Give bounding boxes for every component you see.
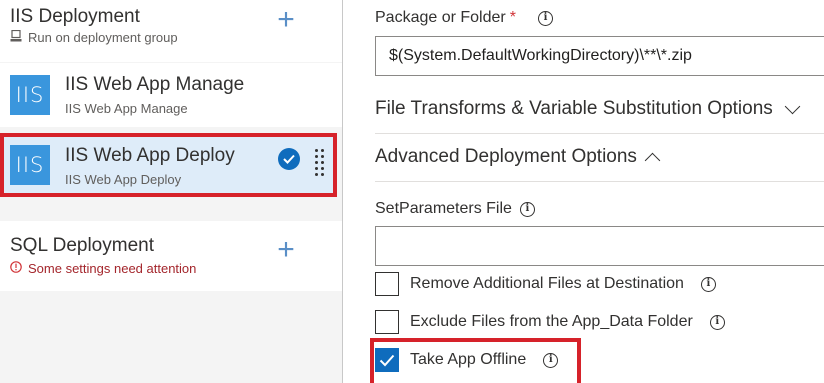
phase-warning: Some settings need attention: [10, 261, 196, 276]
package-label-text: Package or Folder: [375, 9, 506, 26]
chevron-down-icon: [784, 98, 801, 114]
checkbox-row-exclude-app-data[interactable]: Exclude Files from the App_Data Folder i: [375, 310, 725, 334]
checkmark-icon: [379, 354, 395, 366]
file-transforms-section-header[interactable]: File Transforms & Variable Substitution …: [375, 98, 801, 120]
phase-warning-text: Some settings need attention: [28, 261, 197, 276]
chevron-up-icon: [644, 152, 661, 168]
info-icon[interactable]: i: [537, 10, 553, 26]
drag-handle-icon[interactable]: [315, 143, 324, 181]
iis-icon: IIS: [10, 75, 50, 115]
package-input[interactable]: [375, 36, 824, 76]
task-subtitle: IIS Web App Deploy: [65, 172, 182, 187]
iis-icon: IIS: [10, 145, 50, 185]
required-mark: *: [509, 9, 516, 26]
task-name: IIS Web App Deploy: [65, 145, 235, 166]
info-icon[interactable]: i: [700, 276, 716, 292]
setparameters-label-text: SetParameters File: [375, 200, 512, 217]
exclude-app-data-checkbox[interactable]: [375, 310, 399, 334]
phase-subtitle-text: Run on deployment group: [28, 30, 178, 45]
section-title: File Transforms & Variable Substitution …: [375, 98, 773, 119]
checkbox-row-remove-additional[interactable]: Remove Additional Files at Destination i: [375, 272, 716, 296]
advanced-section-header[interactable]: Advanced Deployment Options: [375, 146, 661, 168]
checkbox-row-take-app-offline[interactable]: Take App Offline i: [375, 348, 559, 372]
phase-sql-deployment[interactable]: SQL Deployment Some settings need attent…: [0, 221, 342, 291]
divider: [375, 181, 824, 182]
error-icon: [10, 261, 22, 276]
section-title: Advanced Deployment Options: [375, 146, 637, 167]
checkbox-label: Remove Additional Files at Destination: [410, 275, 684, 292]
phase-iis-deployment[interactable]: IIS Deployment Run on deployment group +: [0, 0, 342, 62]
take-app-offline-checkbox[interactable]: [375, 348, 399, 372]
task-name: IIS Web App Manage: [65, 74, 245, 95]
add-task-button[interactable]: +: [272, 5, 300, 35]
phase-title: SQL Deployment: [10, 235, 154, 256]
remove-additional-files-checkbox[interactable]: [375, 272, 399, 296]
task-iis-web-app-deploy[interactable]: IIS IIS Web App Deploy IIS Web App Deplo…: [0, 133, 337, 197]
task-settings-pane: Package or Folder * i File Transforms & …: [343, 0, 824, 383]
phase-subtitle: Run on deployment group: [10, 29, 178, 45]
deployment-group-icon: [10, 29, 22, 45]
task-iis-web-app-manage[interactable]: IIS IIS Web App Manage IIS Web App Manag…: [0, 63, 342, 127]
add-task-button[interactable]: +: [272, 235, 300, 265]
checkbox-label: Take App Offline: [410, 351, 527, 368]
info-icon[interactable]: i: [519, 201, 535, 217]
task-subtitle: IIS Web App Manage: [65, 101, 188, 116]
phases-pane: IIS Deployment Run on deployment group +…: [0, 0, 343, 383]
setparameters-input[interactable]: [375, 226, 824, 266]
checkmark-icon: [278, 148, 300, 170]
checkbox-label: Exclude Files from the App_Data Folder: [410, 313, 693, 330]
divider: [375, 133, 824, 134]
info-icon[interactable]: i: [709, 314, 725, 330]
phase-title: IIS Deployment: [10, 6, 140, 27]
info-icon[interactable]: i: [543, 352, 559, 368]
package-label: Package or Folder * i: [375, 9, 553, 27]
setparameters-label: SetParameters File i: [375, 200, 535, 218]
